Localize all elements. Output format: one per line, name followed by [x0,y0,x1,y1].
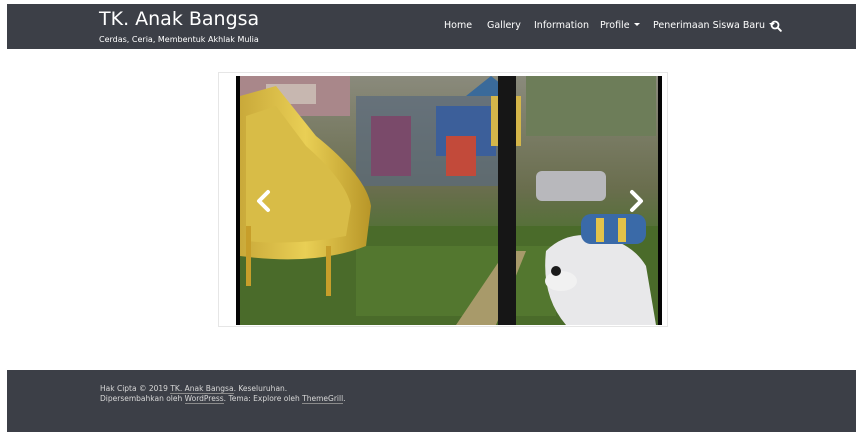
caret-down-icon [633,23,640,26]
footer-text: Hak Cipta © 2019 TK. Anak Bangsa. Keselu… [100,384,346,404]
nav-item-label: Gallery [487,20,521,31]
theme-text: . Tema: Explore oleh [223,394,300,403]
site-tagline: Cerdas, Ceria, Membentuk Akhlak Mulia [99,35,259,44]
footer-end: . [343,394,346,403]
themegrill-link[interactable]: ThemeGrill [302,394,344,404]
copyright-prefix: Hak Cipta © 2019 [100,384,168,393]
nav-item-profile[interactable]: Profile [600,19,640,33]
page: TK. Anak Bangsa Cerdas, Ceria, Membentuk… [0,0,856,432]
search-icon[interactable] [770,20,782,32]
chevron-left-icon[interactable] [254,189,274,213]
nav-item-label: Penerimaan Siswa Baru [653,20,766,31]
site-link[interactable]: TK. Anak Bangsa [170,384,234,394]
chevron-right-icon[interactable] [626,189,646,213]
brand: TK. Anak Bangsa Cerdas, Ceria, Membentuk… [99,8,259,45]
copyright-line: Hak Cipta © 2019 TK. Anak Bangsa. Keselu… [100,384,346,394]
nav-item-label: Home [444,20,473,31]
playground-photo [236,76,662,325]
site-header: TK. Anak Bangsa Cerdas, Ceria, Membentuk… [7,4,856,49]
site-title[interactable]: TK. Anak Bangsa [99,8,259,30]
slider-image[interactable] [236,76,662,325]
credits-line: Dipersembahkan oleh WordPress. Tema: Exp… [100,394,346,404]
powered-prefix: Dipersembahkan oleh [100,394,183,403]
nav-item-information[interactable]: Information [534,19,589,33]
nav-item-label: Profile [600,20,630,31]
nav-item-penerimaan-siswa-baru[interactable]: Penerimaan Siswa Baru [653,19,776,33]
nav-item-label: Information [534,20,589,31]
nav-item-home[interactable]: Home [444,19,472,33]
site-footer: Hak Cipta © 2019 TK. Anak Bangsa. Keselu… [7,370,856,432]
copyright-suffix: . Keseluruhan. [233,384,288,393]
nav-item-gallery[interactable]: Gallery [487,19,521,33]
wordpress-link[interactable]: WordPress [184,394,224,404]
